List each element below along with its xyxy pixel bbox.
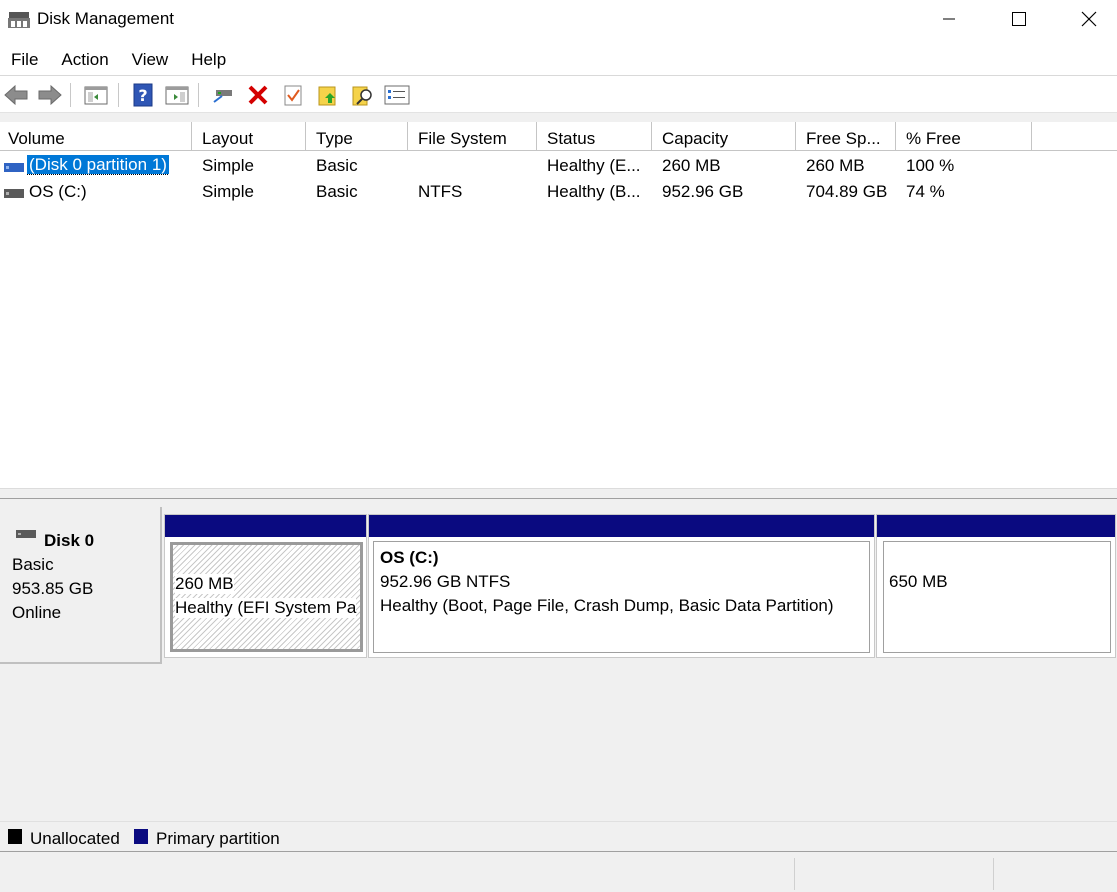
menu-action[interactable]: Action — [50, 44, 120, 74]
volume-drive-icon — [4, 159, 24, 172]
disk-management-app-icon — [8, 10, 30, 30]
disk-name: Disk 0 — [44, 531, 95, 550]
partition-header-bar — [877, 515, 1115, 537]
volume-capacity: 260 MB — [662, 156, 721, 175]
status-bar-divider — [993, 858, 994, 890]
check-icon[interactable] — [279, 81, 307, 109]
partition-header-bar — [165, 515, 366, 537]
volume-layout: Simple — [202, 182, 254, 201]
volume-status: Healthy (E... — [547, 156, 641, 175]
column-header-layout[interactable]: Layout — [192, 122, 306, 151]
properties-list-icon[interactable] — [383, 81, 411, 109]
volume-name: (Disk 0 partition 1) — [27, 155, 169, 175]
volume-list: Volume Layout Type File System Status Ca… — [0, 122, 1117, 488]
toolbar-divider — [198, 83, 199, 107]
show-hide-action-pane-icon[interactable] — [163, 81, 191, 109]
refresh-folder-icon[interactable] — [314, 81, 342, 109]
partition-status: Healthy (Boot, Page File, Crash Dump, Ba… — [380, 596, 834, 615]
partition-size: 952.96 GB NTFS — [380, 572, 511, 591]
disk-state: Online — [12, 603, 62, 622]
volume-layout: Simple — [202, 156, 254, 175]
window-title: Disk Management — [37, 9, 175, 28]
volume-list-header: Volume Layout Type File System Status Ca… — [0, 122, 1117, 151]
column-header-type[interactable]: Type — [306, 122, 408, 151]
disk-size: 953.85 GB — [12, 579, 94, 598]
disk-graphical-view: Disk 0 Basic 953.85 GB Online 260 MB Hea… — [0, 499, 1117, 821]
primary-partition-swatch — [134, 829, 148, 844]
partition-header-bar — [369, 515, 874, 537]
column-header-status[interactable]: Status — [537, 122, 652, 151]
column-header-capacity[interactable]: Capacity — [652, 122, 796, 151]
partition-size: 260 MB — [175, 574, 234, 594]
volume-row-disk0-partition1[interactable]: (Disk 0 partition 1) Simple Basic Health… — [0, 153, 1117, 179]
legend-bar: Unallocated Primary partition — [0, 821, 1117, 851]
partition-body: 650 MB — [883, 541, 1111, 653]
disk-drive-icon — [16, 525, 36, 538]
help-icon[interactable]: ? — [129, 81, 157, 109]
pane-splitter[interactable] — [0, 488, 1117, 499]
volume-free-space: 704.89 GB — [806, 182, 888, 201]
status-bar — [0, 852, 1117, 892]
search-folder-icon[interactable] — [349, 81, 377, 109]
volume-free-space: 260 MB — [806, 156, 865, 175]
selected-volume-label: (Disk 0 partition 1) — [27, 155, 169, 175]
partition-efi[interactable]: 260 MB Healthy (EFI System Pa — [164, 514, 367, 658]
legend-unallocated: Unallocated — [30, 829, 120, 848]
column-header-free-space[interactable]: Free Sp... — [796, 122, 896, 151]
title-bar: Disk Management — [0, 0, 1117, 40]
partition-body: OS (C:) 952.96 GB NTFS Healthy (Boot, Pa… — [373, 541, 870, 653]
maximize-button[interactable] — [996, 0, 1042, 38]
volume-status: Healthy (B... — [547, 182, 641, 201]
volume-percent-free: 74 % — [906, 182, 945, 201]
show-hide-console-tree-icon[interactable] — [82, 81, 110, 109]
menu-file[interactable]: File — [0, 44, 50, 74]
connect-virtual-disk-icon[interactable] — [209, 81, 237, 109]
volume-percent-free: 100 % — [906, 156, 955, 175]
svg-text:?: ? — [138, 86, 147, 105]
volume-row-os-c[interactable]: OS (C:) Simple Basic NTFS Healthy (B... … — [0, 179, 1117, 205]
back-icon[interactable] — [2, 81, 30, 109]
menu-view[interactable]: View — [121, 44, 181, 74]
column-header-percent-free[interactable]: % Free — [896, 122, 1032, 151]
disk-0-label[interactable]: Disk 0 Basic 953.85 GB Online — [0, 507, 162, 664]
minimize-button[interactable] — [926, 0, 972, 38]
menu-bar: File Action View Help — [0, 44, 1117, 74]
toolbar-divider — [70, 83, 71, 107]
partition-os-c[interactable]: OS (C:) 952.96 GB NTFS Healthy (Boot, Pa… — [368, 514, 875, 658]
partition-650mb[interactable]: 650 MB — [876, 514, 1116, 658]
menu-help[interactable]: Help — [180, 44, 238, 74]
volume-file-system: NTFS — [418, 182, 463, 201]
partition-body: 260 MB Healthy (EFI System Pa — [170, 542, 363, 652]
volume-name: OS (C:) — [29, 182, 87, 201]
status-bar-divider — [794, 858, 795, 890]
volume-type: Basic — [316, 182, 358, 201]
column-header-file-system[interactable]: File System — [408, 122, 537, 151]
volume-drive-icon — [4, 185, 24, 198]
menu-divider — [0, 75, 1117, 76]
partition-status: Healthy (EFI System Pa — [175, 598, 357, 618]
legend-primary-partition: Primary partition — [156, 829, 280, 848]
column-header-volume[interactable]: Volume — [0, 122, 192, 151]
volume-capacity: 952.96 GB — [662, 182, 744, 201]
partition-size: 650 MB — [889, 572, 948, 591]
volume-type: Basic — [316, 156, 358, 175]
toolbar-bottom-divider — [0, 112, 1117, 122]
partition-name: OS (C:) — [380, 548, 439, 567]
disk-type: Basic — [12, 555, 54, 574]
toolbar: ? — [0, 77, 1117, 113]
close-button[interactable] — [1066, 0, 1112, 38]
delete-icon[interactable] — [244, 81, 272, 109]
toolbar-divider — [118, 83, 119, 107]
forward-icon[interactable] — [36, 81, 64, 109]
unallocated-swatch — [8, 829, 22, 844]
